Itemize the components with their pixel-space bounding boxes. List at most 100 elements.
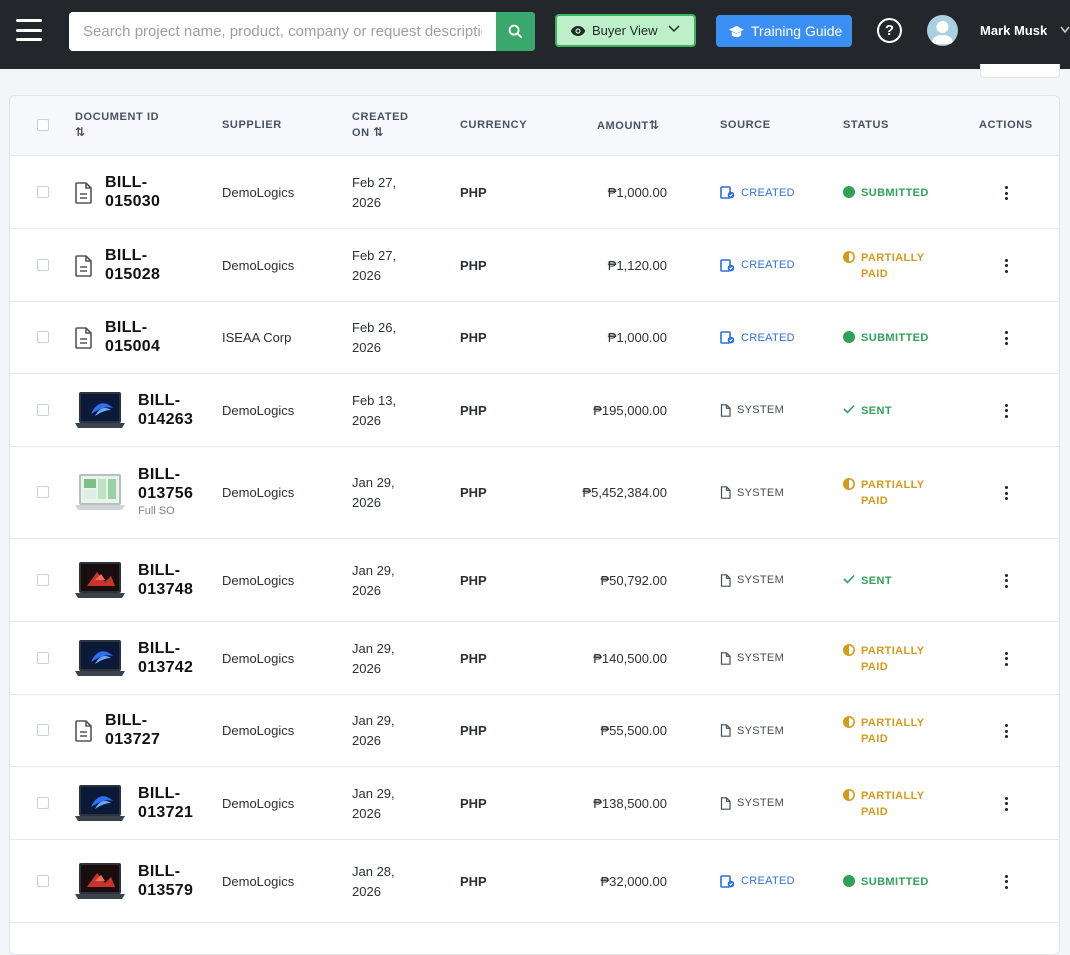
menu-icon[interactable] [16, 19, 42, 41]
supplier-name: DemoLogics [222, 257, 295, 273]
row-actions-menu-icon[interactable] [1000, 257, 1012, 275]
created-date-line2: 2026 [352, 195, 381, 210]
user-avatar-icon [931, 21, 954, 44]
created-date-line2: 2026 [352, 582, 381, 598]
row-checkbox[interactable] [37, 796, 49, 809]
document-id-link[interactable]: BILL- 013727 [105, 711, 160, 749]
col-actions: ACTIONS [979, 119, 1033, 131]
source-badge: CREATED [720, 186, 795, 199]
product-thumbnail [75, 391, 125, 430]
document-id-link[interactable]: BILL- 015028 [105, 246, 160, 284]
row-actions-menu-icon[interactable] [1000, 722, 1012, 740]
dot-icon [843, 331, 855, 343]
document-id-link[interactable]: BILL- 013748 [138, 561, 193, 599]
table-row[interactable]: BILL- 014263 DemoLogics Feb 13, 2026 PHP ₱195,… [10, 374, 1059, 447]
status-line1: SENT [861, 404, 892, 417]
toolbar-button-partial[interactable] [980, 64, 1060, 78]
supplier-name: DemoLogics [222, 650, 295, 666]
row-actions-menu-icon[interactable] [1000, 329, 1012, 347]
source-label: SYSTEM [737, 404, 785, 416]
search-input[interactable] [69, 12, 496, 51]
document-id-prefix: BILL- [138, 862, 181, 880]
created-date-line1: Feb 26, [352, 320, 397, 335]
row-checkbox[interactable] [37, 724, 49, 736]
amount-value: ₱1,000.00 [607, 185, 667, 200]
check-icon [843, 574, 855, 584]
table-row[interactable]: BILL- 015028 DemoLogics Feb 27, 2026 PHP ₱1,12… [10, 229, 1059, 302]
document-id-link[interactable]: BILL- 013756 [138, 465, 193, 503]
table-row[interactable]: BILL- 013742 DemoLogics Jan 29, 2026 PHP ₱140,… [10, 622, 1059, 695]
sort-icon[interactable]: ⇅ [373, 125, 383, 139]
supplier-name: DemoLogics [222, 185, 295, 200]
help-icon[interactable]: ? [877, 18, 902, 43]
document-id-link[interactable]: BILL- 014263 [138, 391, 193, 429]
table-row[interactable]: BILL- 013727 DemoLogics Jan 29, 2026 PHP ₱55,5… [10, 695, 1059, 767]
row-actions-menu-icon[interactable] [1000, 572, 1012, 590]
search-button[interactable] [496, 12, 535, 51]
status-badge: PARTIALLY PAID [843, 250, 925, 282]
created-file-icon [720, 258, 735, 272]
row-checkbox[interactable] [37, 573, 49, 586]
file-icon [720, 724, 731, 737]
row-checkbox[interactable] [37, 186, 49, 198]
row-actions-menu-icon[interactable] [1000, 873, 1012, 891]
chevron-down-icon[interactable] [1060, 26, 1070, 34]
status-badge: PARTIALLY PAID [843, 788, 925, 820]
table-row[interactable]: BILL- 013756 Full SO DemoLogics Jan 29, 2026 P… [10, 447, 1059, 539]
document-id-link[interactable]: BILL- 015030 [105, 173, 160, 211]
table-row[interactable]: BILL- 015004 ISEAA Corp Feb 26, 2026 PHP ₱1,00… [10, 302, 1059, 374]
document-id-link[interactable]: BILL- 013721 [138, 784, 193, 822]
half-circle-icon [843, 643, 855, 656]
row-checkbox[interactable] [37, 874, 49, 887]
document-icon [75, 327, 93, 354]
row-checkbox[interactable] [37, 258, 49, 271]
created-date-line1: Feb 27, [352, 175, 397, 190]
user-name[interactable]: Mark Musk [980, 23, 1047, 38]
status-badge: PARTIALLY PAID [843, 643, 925, 675]
created-date-line1: Jan 29, [352, 562, 395, 578]
document-id-link[interactable]: BILL- 013579 [138, 862, 193, 900]
select-all-checkbox[interactable] [37, 119, 49, 131]
row-actions-menu-icon[interactable] [1000, 795, 1012, 813]
sort-icon[interactable]: ⇅ [649, 118, 659, 132]
status-line1: PARTIALLY [861, 789, 925, 802]
created-date: Feb 27, 2026 [352, 173, 396, 213]
document-id-link[interactable]: BILL- 015004 [105, 318, 160, 356]
amount-value: ₱1,120.00 [607, 257, 667, 273]
buyer-view-dropdown[interactable]: Buyer View [555, 14, 696, 47]
row-checkbox[interactable] [37, 651, 49, 664]
document-id-link[interactable]: BILL- 013742 [138, 639, 193, 677]
file-icon [720, 486, 731, 499]
status-badge: SUBMITTED [843, 185, 929, 201]
table-row[interactable]: BILL- 013748 DemoLogics Jan 29, 2026 PHP ₱50,7… [10, 539, 1059, 622]
document-id-prefix: BILL- [138, 466, 181, 483]
amount-value: ₱1,000.00 [607, 330, 667, 345]
source-label: SYSTEM [737, 652, 785, 664]
table-row[interactable]: BILL- 013721 DemoLogics Jan 29, 2026 PHP ₱138,… [10, 767, 1059, 840]
sort-icon[interactable]: ⇅ [75, 125, 159, 140]
status-label: SUBMITTED [861, 874, 929, 890]
source-label: SYSTEM [737, 724, 785, 737]
document-id-number: 015028 [105, 265, 161, 283]
row-checkbox[interactable] [37, 331, 49, 343]
row-checkbox[interactable] [37, 486, 49, 498]
row-actions-menu-icon[interactable] [1000, 484, 1012, 502]
training-guide-button[interactable]: Training Guide [716, 15, 852, 47]
table-row[interactable]: BILL- 013579 DemoLogics Jan 28, 2026 PHP ₱32,0… [10, 840, 1059, 923]
col-document-id[interactable]: DOCUMENT ID ⇅ [75, 110, 159, 140]
source-badge: SYSTEM [720, 573, 784, 587]
row-actions-menu-icon[interactable] [1000, 184, 1012, 202]
table-row[interactable]: BILL- 015030 DemoLogics Feb 27, 2026 PHP ₱1,00… [10, 157, 1059, 229]
col-created-on[interactable]: CREATED ON ⇅ [352, 110, 409, 141]
currency-code: PHP [460, 873, 487, 889]
row-actions-menu-icon[interactable] [1000, 650, 1012, 668]
source-badge: CREATED [720, 331, 795, 344]
avatar[interactable] [927, 15, 958, 46]
created-date-line2: 2026 [352, 883, 381, 899]
graduation-cap-icon [729, 25, 744, 37]
col-amount[interactable]: AMOUNT⇅ [597, 118, 659, 134]
row-checkbox[interactable] [37, 403, 49, 416]
status-line1: PARTIALLY [861, 717, 925, 729]
product-thumbnail [75, 784, 125, 823]
row-actions-menu-icon[interactable] [1000, 402, 1012, 420]
